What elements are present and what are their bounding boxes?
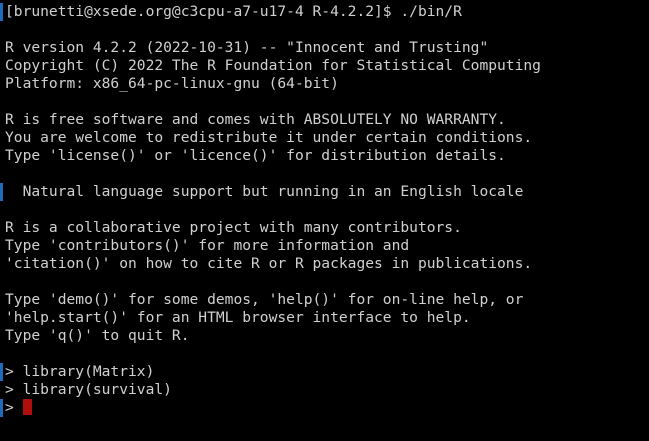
platform-line: Platform: x86_64-pc-linux-gnu (64-bit) [5, 75, 339, 92]
command-library-matrix: > library(Matrix) [5, 363, 155, 380]
terminal-window[interactable]: [brunetti@xsede.org@c3cpu-a7-u17-4 R-4.2… [0, 0, 649, 441]
left-edge-marker [0, 363, 3, 381]
terminal-output: [brunetti@xsede.org@c3cpu-a7-u17-4 R-4.2… [5, 3, 649, 417]
left-edge-marker [0, 183, 3, 201]
contributors-line: Type 'contributors()' for more informati… [5, 237, 410, 254]
input-line[interactable]: > [5, 399, 649, 417]
quit-line: Type 'q()' to quit R. [5, 327, 190, 344]
collaborative-line: R is a collaborative project with many c… [5, 219, 462, 236]
left-edge-marker [0, 3, 3, 21]
r-version-line: R version 4.2.2 (2022-10-31) -- "Innocen… [5, 39, 489, 56]
text-cursor [22, 399, 32, 415]
command-library-survival: > library(survival) [5, 381, 172, 398]
demo-help-line: Type 'demo()' for some demos, 'help()' f… [5, 291, 524, 308]
warranty-line: R is free software and comes with ABSOLU… [5, 111, 506, 128]
r-prompt: > [5, 399, 23, 416]
citation-line: 'citation()' on how to cite R or R packa… [5, 255, 533, 272]
help-start-line: 'help.start()' for an HTML browser inter… [5, 309, 471, 326]
copyright-line: Copyright (C) 2022 The R Foundation for … [5, 57, 541, 74]
redistribute-line: You are welcome to redistribute it under… [5, 129, 533, 146]
left-edge-marker [0, 399, 3, 417]
license-line: Type 'license()' or 'licence()' for dist… [5, 147, 506, 164]
locale-line: Natural language support but running in … [5, 183, 524, 200]
shell-command-line: [brunetti@xsede.org@c3cpu-a7-u17-4 R-4.2… [5, 3, 462, 20]
